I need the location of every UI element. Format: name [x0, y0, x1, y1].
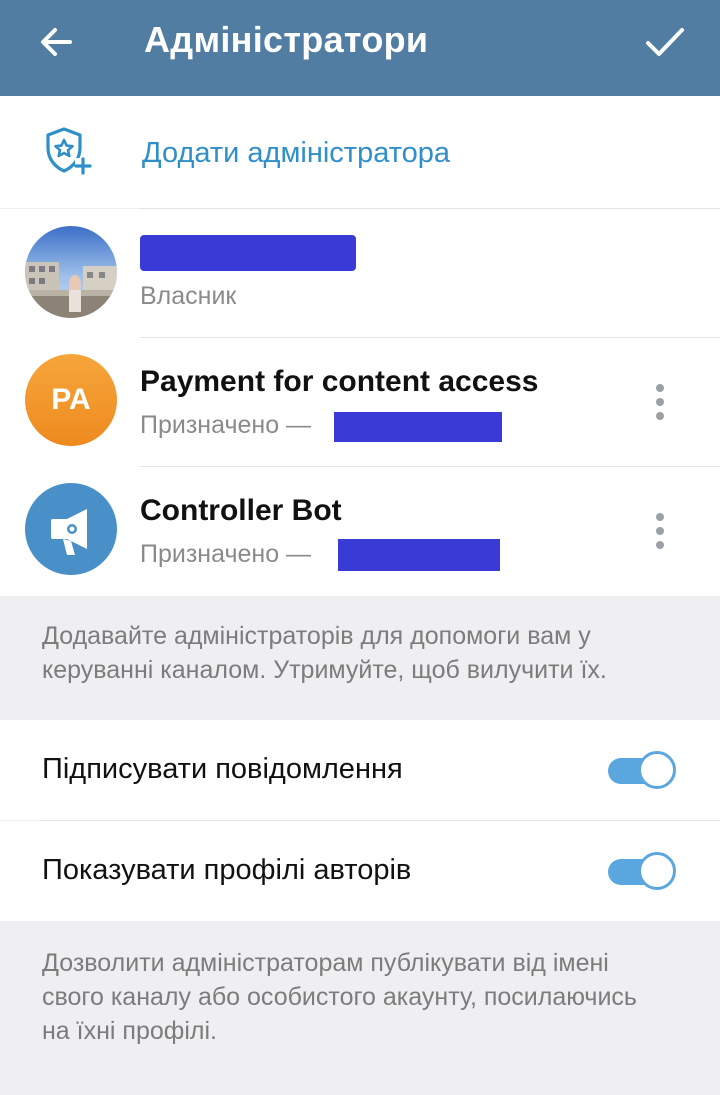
admins-hint: Додавайте адміністраторів для допомоги в… — [42, 622, 607, 684]
admin-role: Призначено — — [140, 411, 312, 439]
admin-role: Призначено — — [140, 540, 312, 568]
admin-row-controller-bot[interactable]: Controller Bot Призначено — — [0, 467, 720, 596]
admin-role: Власник — [140, 282, 237, 310]
shield-star-plus-icon — [46, 127, 92, 175]
setting-show-author-profiles[interactable]: Показувати профілі авторів — [0, 821, 720, 921]
setting-label: Підписувати повідомлення — [42, 753, 403, 785]
settings-hint: Дозволити адміністраторам публікувати ві… — [42, 949, 637, 1045]
redacted-name — [140, 235, 356, 271]
page-title: Адміністратори — [144, 19, 429, 60]
avatar — [25, 226, 117, 318]
top-bar: Адміністратори — [0, 0, 720, 96]
more-options-icon[interactable] — [654, 384, 666, 424]
admin-name: Controller Bot — [140, 494, 342, 527]
redacted-assigner — [338, 539, 500, 571]
redacted-assigner — [334, 412, 502, 442]
sign-messages-toggle[interactable] — [608, 751, 676, 791]
setting-sign-messages[interactable]: Підписувати повідомлення — [0, 720, 720, 820]
megaphone-icon — [25, 483, 117, 575]
admin-name: Payment for content access — [140, 365, 539, 398]
setting-label: Показувати профілі авторів — [42, 854, 412, 886]
avatar-initials: PA — [51, 383, 91, 416]
add-admin-label: Додати адміністратора — [142, 137, 451, 169]
admin-row-payment[interactable]: PA Payment for content access Призначено… — [0, 338, 720, 467]
avatar: PA — [25, 354, 117, 446]
more-options-icon[interactable] — [654, 513, 666, 553]
admin-row-owner[interactable]: Власник — [0, 209, 720, 338]
checkmark-icon[interactable] — [644, 22, 686, 62]
show-author-profiles-toggle[interactable] — [608, 852, 676, 892]
arrow-left-icon[interactable] — [36, 22, 76, 62]
